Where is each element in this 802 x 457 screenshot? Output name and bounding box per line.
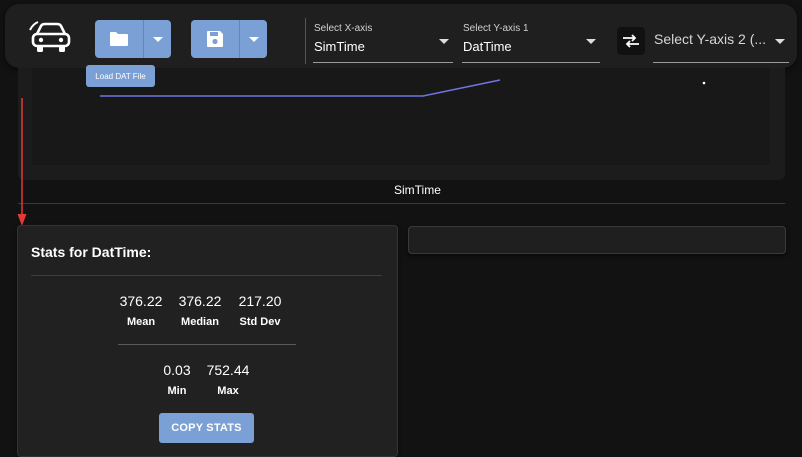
stat-max: 752.44 Max xyxy=(202,362,254,397)
swap-axes-button[interactable] xyxy=(617,27,645,55)
stat-min-label: Min xyxy=(167,385,187,397)
folder-icon xyxy=(110,32,128,46)
save-button[interactable] xyxy=(191,20,239,58)
chevron-down-icon xyxy=(439,39,449,44)
toolbar-divider xyxy=(305,18,306,64)
y-axis-1-select[interactable]: Select Y-axis 1 DatTime xyxy=(462,18,600,63)
series-point xyxy=(702,81,706,85)
stat-std-dev-label: Std Dev xyxy=(239,316,281,328)
y-axis-2-select[interactable]: Select Y-axis 2 (... xyxy=(653,18,789,63)
stats-card: Stats for DatTime: 376.22 Mean 376.22 Me… xyxy=(17,225,398,457)
copy-stats-button[interactable]: COPY STATS xyxy=(159,413,254,443)
load-dat-file-button[interactable] xyxy=(95,20,143,58)
y-axis-1-select-label: Select Y-axis 1 xyxy=(463,23,529,34)
save-dropdown-button[interactable] xyxy=(239,20,267,58)
save-icon xyxy=(207,31,223,47)
secondary-stats-card xyxy=(408,226,786,254)
x-axis-label: SimTime xyxy=(394,183,441,197)
stat-min-value: 0.03 xyxy=(163,362,191,378)
top-toolbar: Select X-axis SimTime Select Y-axis 1 Da… xyxy=(5,4,797,68)
x-axis-select-value: SimTime xyxy=(314,39,365,54)
stat-median-label: Median xyxy=(181,316,219,328)
stats-divider-inner xyxy=(118,344,296,345)
stat-mean-label: Mean xyxy=(126,316,156,328)
stat-median-value: 376.22 xyxy=(178,293,222,309)
section-divider xyxy=(18,203,785,204)
x-axis-select-label: Select X-axis xyxy=(314,23,373,34)
stats-title: Stats for DatTime: xyxy=(31,244,152,260)
y-axis-2-placeholder: Select Y-axis 2 (... xyxy=(654,31,767,47)
stat-min: 0.03 Min xyxy=(158,362,196,397)
stat-std-dev-value: 217.20 xyxy=(238,293,282,309)
stat-max-value: 752.44 xyxy=(206,362,250,378)
swap-arrows-icon xyxy=(623,34,639,48)
car-logo-icon[interactable] xyxy=(29,20,73,58)
series-line-dattime xyxy=(100,79,501,97)
stat-median: 376.22 Median xyxy=(175,293,225,328)
stat-max-label: Max xyxy=(217,385,239,397)
load-file-dropdown-button[interactable] xyxy=(143,20,171,58)
chevron-down-icon xyxy=(586,39,596,44)
save-split-button xyxy=(191,20,267,58)
x-axis-select[interactable]: Select X-axis SimTime xyxy=(313,18,453,63)
load-dat-file-tooltip: Load DAT File xyxy=(86,65,155,87)
chevron-down-icon xyxy=(152,36,163,42)
y-axis-1-select-value: DatTime xyxy=(463,39,512,54)
stat-mean: 376.22 Mean xyxy=(116,293,166,328)
stats-divider xyxy=(31,275,382,276)
load-file-split-button xyxy=(95,20,171,58)
chevron-down-icon xyxy=(248,36,259,42)
stat-mean-value: 376.22 xyxy=(119,293,163,309)
stat-std-dev: 217.20 Std Dev xyxy=(234,293,286,328)
chevron-down-icon xyxy=(775,39,785,44)
